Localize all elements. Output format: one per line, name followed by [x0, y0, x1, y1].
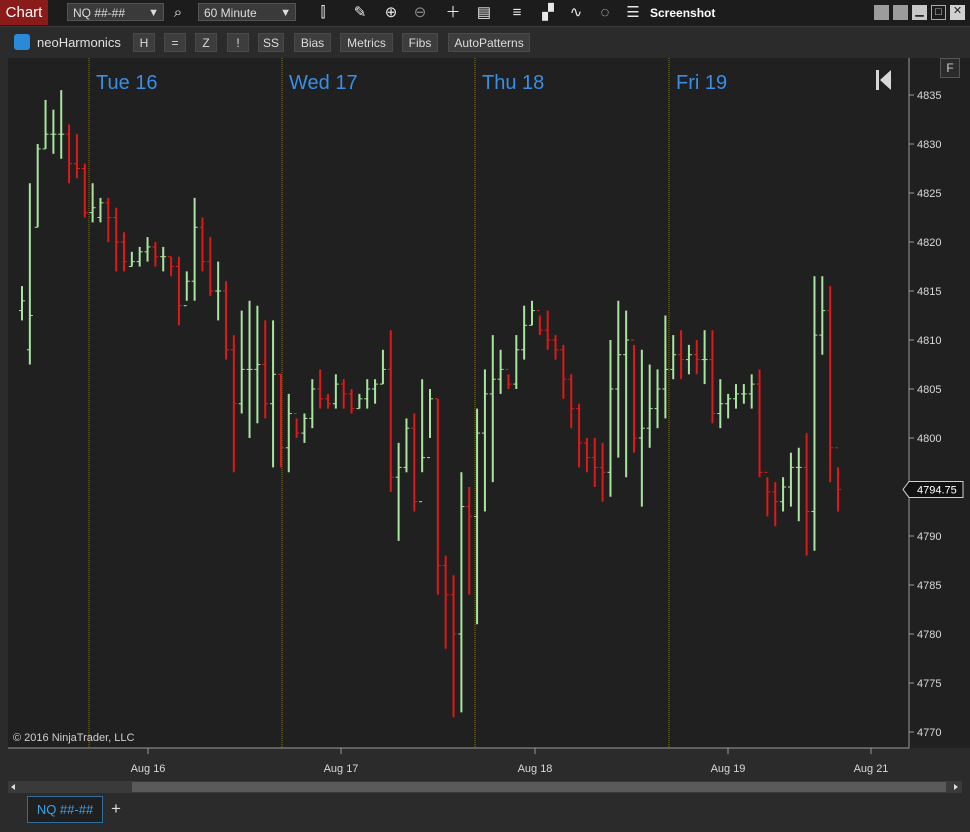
plot-area	[8, 58, 909, 748]
price-chart[interactable]: Tue 16 Wed 17 Thu 18 Fri 19 4835 4830 4825 482…	[0, 0, 970, 832]
copyright-text: © 2016 NinjaTrader, LLC	[13, 732, 134, 744]
x-tick-label: Aug 16	[131, 763, 166, 775]
y-tick-label: 4810	[917, 335, 941, 347]
instrument-tab[interactable]: NQ ##-##	[27, 796, 103, 823]
y-tick-label: 4790	[917, 531, 941, 543]
f-button[interactable]: F	[940, 58, 960, 78]
day-label: Wed 17	[289, 72, 358, 94]
y-tick-label: 4825	[917, 188, 941, 200]
price-axis-area	[909, 58, 970, 748]
x-tick-label: Aug 19	[711, 763, 746, 775]
y-tick-label: 4780	[917, 629, 941, 641]
y-tick-label: 4815	[917, 286, 941, 298]
x-tick-label: Aug 18	[518, 763, 553, 775]
day-label: Tue 16	[96, 72, 158, 94]
add-tab-button[interactable]: +	[106, 799, 126, 819]
y-tick-label: 4800	[917, 433, 941, 445]
y-tick-label: 4770	[917, 727, 941, 739]
y-tick-label: 4805	[917, 384, 941, 396]
x-tick-label: Aug 21	[854, 763, 889, 775]
y-tick-label: 4820	[917, 237, 941, 249]
y-tick-label: 4785	[917, 580, 941, 592]
y-tick-label: 4775	[917, 678, 941, 690]
current-price-label: 4794.75	[917, 484, 957, 496]
x-tick-label: Aug 17	[324, 763, 359, 775]
day-label: Thu 18	[482, 72, 544, 94]
scrollbar-thumb[interactable]	[132, 782, 946, 792]
y-tick-label: 4835	[917, 90, 941, 102]
y-tick-label: 4830	[917, 139, 941, 151]
day-label: Fri 19	[676, 72, 727, 94]
